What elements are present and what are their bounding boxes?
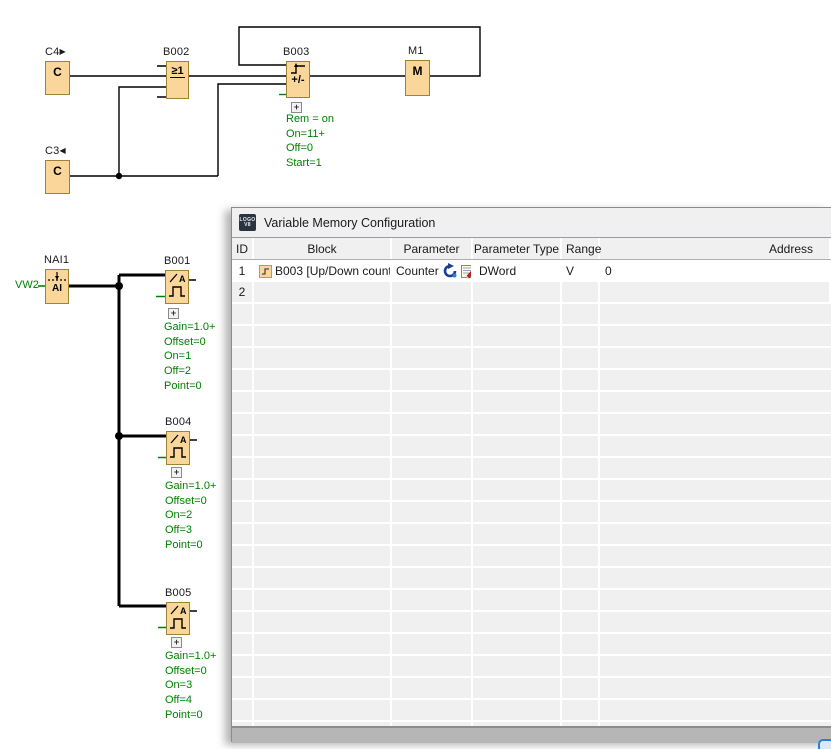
connector-label-vw2: VW2 [15, 279, 39, 291]
or-gate-glyph: ≥1 [170, 65, 184, 78]
dialog-title: Variable Memory Configuration [264, 216, 435, 230]
cursor-key-glyph: C [53, 66, 62, 78]
cell-id[interactable]: 1 [232, 260, 254, 282]
cell-parameter[interactable]: Counter [392, 260, 473, 282]
expand-params-button-b004[interactable]: + [171, 467, 182, 478]
column-separator [390, 304, 392, 726]
analog-input-glyph: AI [52, 284, 62, 294]
flag-glyph: M [413, 65, 423, 77]
junction-dot [116, 173, 122, 179]
block-b001-analog-threshold-trigger[interactable]: A [165, 270, 189, 304]
cell-address[interactable]: 0 [600, 260, 831, 282]
cursor-right-icon: ▶ [59, 47, 65, 56]
block-label-b002: B002 [163, 46, 190, 58]
cell-address[interactable] [600, 282, 831, 302]
wire-m1-feedback-to-b003 [239, 27, 480, 76]
empty-table-rows [232, 304, 831, 726]
cell-parameter-type[interactable]: DWord [473, 260, 562, 282]
analog-trigger-glyph: A [168, 603, 188, 631]
table-row[interactable]: 2 [232, 282, 831, 304]
junction-dot [115, 282, 123, 290]
expand-params-button-b001[interactable]: + [168, 308, 179, 319]
param-text-b005: Gain=1.0+Offset=0 On=3Off=4 Point=0 [165, 649, 216, 723]
column-header-id: ID [232, 238, 254, 259]
param-text-b003: Rem = onOn=11+ Off=0Start=1 [286, 112, 334, 171]
column-header-block: Block [254, 238, 392, 259]
cell-block[interactable]: B003 [Up/Down counter] [254, 260, 392, 282]
variable-memory-configuration-dialog: LOGOV8 Variable Memory Configuration ID … [231, 207, 831, 742]
block-b004-analog-threshold-trigger[interactable]: A [166, 431, 190, 465]
dialog-titlebar[interactable]: LOGOV8 Variable Memory Configuration [232, 208, 831, 237]
cell-parameter[interactable] [392, 282, 473, 302]
svg-text:A: A [179, 274, 186, 284]
param-text-b001: Gain=1.0+Offset=0 On=1Off=2 Point=0 [164, 320, 215, 394]
cell-block[interactable] [254, 282, 392, 302]
wire-c3-to-b003 [218, 84, 286, 176]
block-label-b001: B001 [164, 255, 191, 267]
logo-soft-comfort-icon: LOGOV8 [239, 214, 256, 231]
cell-range[interactable]: V [562, 260, 600, 282]
cell-id[interactable]: 2 [232, 282, 254, 302]
param-text-b004: Gain=1.0+Offset=0 On=2Off=3 Point=0 [165, 479, 216, 553]
block-b003-updown-counter[interactable]: +/- [286, 61, 310, 98]
block-label-b004: B004 [165, 416, 192, 428]
block-b002-or[interactable]: ≥1 [166, 61, 189, 99]
svg-text:A: A [180, 435, 187, 445]
column-header-parameter-type: Parameter Type [473, 238, 562, 259]
column-separator [252, 304, 254, 726]
block-label-b005: B005 [165, 587, 192, 599]
table-header: ID Block Parameter Parameter Type Range … [232, 237, 831, 260]
column-header-address: Address [600, 238, 831, 259]
column-separator [471, 304, 473, 726]
dialog-bottom-bar [232, 726, 831, 743]
block-type-icon [259, 265, 272, 278]
stub-b002-inputs [157, 66, 166, 97]
cursor-left-icon: ◀ [59, 146, 65, 155]
refresh-icon[interactable] [442, 263, 458, 279]
analog-trigger-glyph: A [167, 271, 187, 299]
table-row[interactable]: 1 B003 [Up/Down counter] Counter DWord [232, 260, 831, 282]
column-separator [598, 304, 600, 726]
column-header-range: Range [562, 238, 600, 259]
cell-range[interactable] [562, 282, 600, 302]
cell-parameter-type[interactable] [473, 282, 562, 302]
analog-trigger-glyph: A [168, 432, 188, 460]
block-b005-analog-threshold-trigger[interactable]: A [166, 602, 190, 635]
network-input-glyph [47, 270, 67, 283]
block-label-c4: C4▶ [45, 46, 66, 58]
block-nai1-network-analog-input[interactable]: AI [45, 269, 69, 304]
block-label-m1: M1 [408, 45, 424, 57]
block-label-nai1: NAI1 [44, 254, 69, 266]
block-c3-cursor-key[interactable]: C [45, 160, 70, 194]
cursor-key-glyph: C [53, 165, 62, 177]
junction-dot [115, 432, 123, 440]
block-m1-flag[interactable]: M [405, 60, 430, 96]
expand-params-button-b005[interactable]: + [171, 637, 182, 648]
updown-glyph: +/- [291, 75, 304, 86]
svg-text:A: A [180, 606, 187, 616]
column-header-parameter: Parameter [392, 238, 473, 259]
block-label-c3: C3◀ [45, 145, 66, 157]
block-label-b003: B003 [283, 46, 310, 58]
wire-c3-to-b002 [119, 87, 166, 176]
block-c4-cursor-key[interactable]: C [45, 61, 70, 95]
column-separator [560, 304, 562, 726]
ok-button-partial[interactable] [818, 739, 831, 749]
edit-parameter-icon[interactable] [461, 264, 473, 279]
